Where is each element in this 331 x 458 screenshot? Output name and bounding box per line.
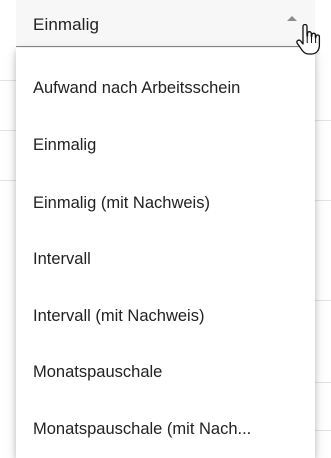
caret-up-icon[interactable] xyxy=(287,16,297,21)
background-divider xyxy=(315,430,331,431)
background-divider xyxy=(315,382,331,383)
background-divider xyxy=(0,130,16,131)
background-divider xyxy=(315,300,331,301)
option-intervall-mit-nachweis[interactable]: Intervall (mit Nachweis) xyxy=(16,289,315,343)
option-intervall[interactable]: Intervall xyxy=(16,232,315,286)
select-current-value: Einmalig xyxy=(33,15,99,34)
background-divider xyxy=(0,80,16,81)
background-divider xyxy=(315,200,331,201)
background-divider xyxy=(0,180,16,181)
option-einmalig-mit-nachweis[interactable]: Einmalig (mit Nachweis) xyxy=(16,176,315,230)
option-aufwand-nach-arbeitsschein[interactable]: Aufwand nach Arbeitsschein xyxy=(16,61,315,115)
dropdown-menu: Aufwand nach Arbeitsschein Einmalig Einm… xyxy=(16,48,315,458)
background-divider xyxy=(315,120,331,121)
screen: Einmalig Aufwand nach Arbeitsschein Einm… xyxy=(0,0,331,458)
option-monatspauschale[interactable]: Monatspauschale xyxy=(16,345,315,399)
option-monatspauschale-mit-nachweis[interactable]: Monatspauschale (mit Nach... xyxy=(16,402,315,456)
option-einmalig[interactable]: Einmalig xyxy=(16,118,315,172)
hand-pointer-icon xyxy=(296,24,321,55)
billing-type-select[interactable]: Einmalig xyxy=(16,0,315,47)
